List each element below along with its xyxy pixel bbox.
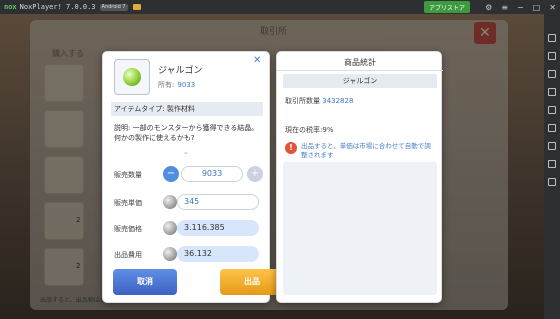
quantity-label: 販売数量: [114, 171, 142, 179]
decrease-quantity-button[interactable]: −: [163, 166, 179, 182]
app-store-button[interactable]: アプリストア: [424, 1, 471, 13]
fee-label: 出品費用: [114, 251, 142, 259]
zeny-coin-icon: [163, 221, 177, 235]
total-price-label: 販売価格: [114, 225, 142, 233]
zeny-coin-icon: [163, 195, 177, 209]
item-description: 説明: 一部のモンスターから獲得できる結晶。何かの製作に使えるかも?: [114, 124, 259, 142]
volume-up-icon[interactable]: [548, 70, 556, 78]
stats-item-name: ジャルゴン: [283, 74, 437, 88]
folder-icon[interactable]: [132, 4, 141, 10]
emulator-title: NoxPlayer! 7.0.0.3: [19, 3, 96, 11]
zeny-coin-icon: [163, 247, 177, 261]
stats-chart-area: [283, 162, 437, 295]
trade-count-value: 3432828: [322, 97, 354, 105]
more-icon[interactable]: [548, 178, 556, 186]
total-price-value: 3.116.385: [177, 220, 259, 236]
tax-rate: 現在の税率:9%: [285, 126, 334, 134]
unit-price-label: 販売単価: [114, 199, 142, 207]
item-name: ジャルゴン: [158, 66, 203, 76]
maximize-icon[interactable]: □: [533, 3, 541, 12]
keyboard-icon[interactable]: [548, 34, 556, 42]
item-type: アイテムタイプ: 製作材料: [111, 102, 263, 116]
quantity-input[interactable]: 9033: [181, 166, 243, 182]
fee-value: 36.132: [177, 246, 259, 262]
increase-quantity-button[interactable]: +: [247, 166, 263, 182]
warning-icon: !: [285, 142, 297, 154]
close-icon[interactable]: ✕: [253, 55, 261, 66]
volume-down-icon[interactable]: [548, 88, 556, 96]
stats-title: 商品統計: [344, 58, 376, 67]
android-version-badge: Android 7: [99, 3, 128, 11]
window-controls: ⚙ ≡ − □ ✕: [485, 0, 556, 14]
trade-count: 取引所数量 3432828: [285, 97, 354, 105]
emulator-sidebar: [544, 14, 560, 319]
owned-count: 所有: 9033: [158, 81, 196, 89]
sell-dialog: ジャルゴン 所有: 9033 ✕ アイテムタイプ: 製作材料 説明: 一部のモンス…: [102, 51, 284, 303]
chevron-down-icon[interactable]: ⌄: [183, 148, 189, 156]
item-icon-frame: [114, 59, 150, 95]
screenshot-icon[interactable]: [548, 106, 556, 114]
game-area: 取引所 購入する ✕ 2 2 出品すると、出品物は自動で還元されます ジャルゴン…: [0, 14, 544, 319]
cancel-button[interactable]: 取消: [113, 269, 177, 295]
settings-icon[interactable]: ⚙: [485, 3, 492, 12]
menu-icon[interactable]: ≡: [501, 3, 508, 12]
screen-icon[interactable]: [548, 52, 556, 60]
location-icon[interactable]: [548, 160, 556, 168]
emulator-titlebar: nox NoxPlayer! 7.0.0.3 Android 7 アプリストア …: [0, 0, 560, 14]
apk-icon[interactable]: [548, 142, 556, 150]
auto-adjust-note: 出品すると、単価は市場に合わせて自動で調整されます: [301, 142, 431, 159]
owned-value: 9033: [177, 81, 196, 89]
confirm-listing-button[interactable]: 出品: [220, 269, 284, 295]
divider: [277, 70, 443, 71]
close-window-icon[interactable]: ✕: [549, 3, 556, 12]
minimize-icon[interactable]: −: [517, 3, 524, 12]
stats-panel: 商品統計 ジャルゴン 取引所数量 3432828 現在の税率:9% ! 出品する…: [276, 51, 443, 303]
jargon-orb-icon: [123, 68, 141, 86]
fullscreen-icon[interactable]: [548, 124, 556, 132]
unit-price-input[interactable]: 345: [177, 194, 259, 210]
nox-logo: nox: [4, 3, 17, 11]
